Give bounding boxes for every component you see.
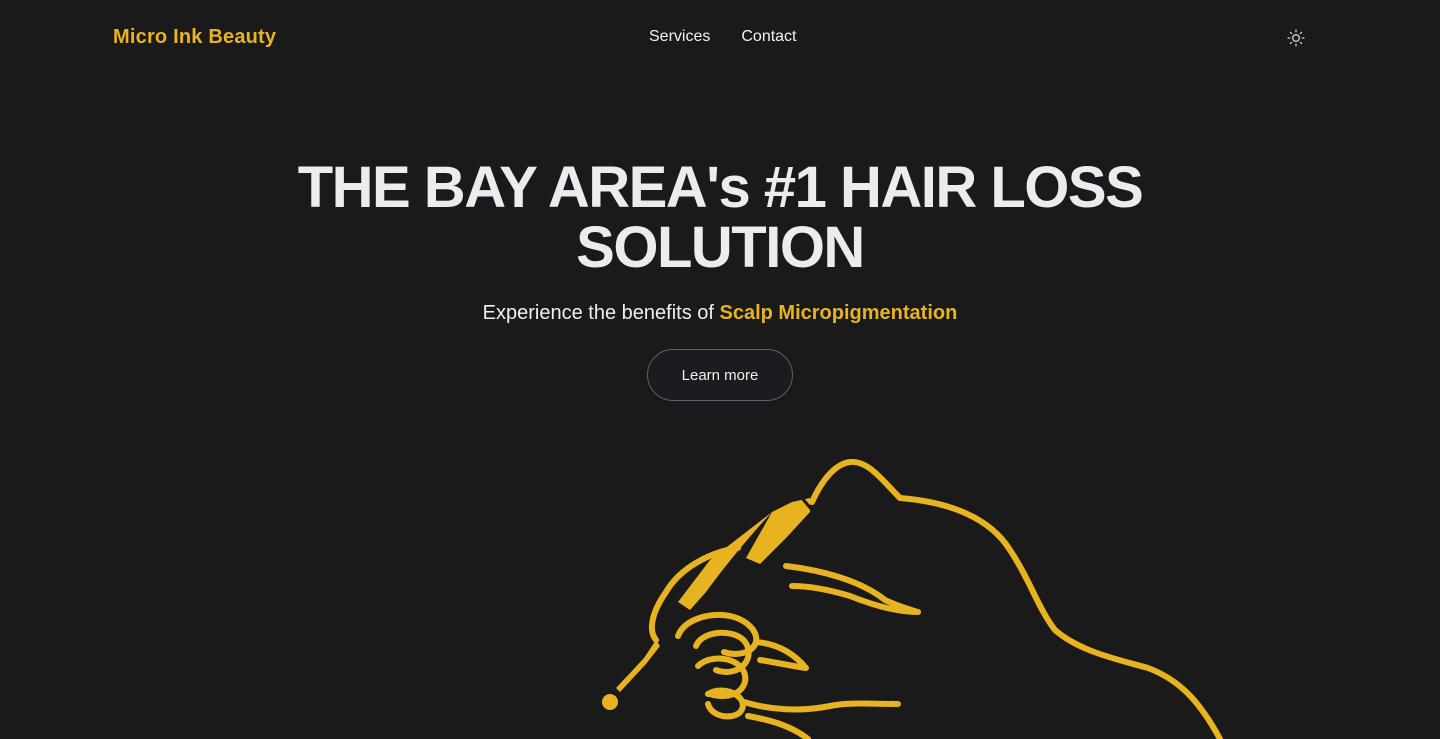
hero-subtitle-highlight: Scalp Micropigmentation: [719, 302, 958, 324]
hero-subtitle-prefix: Experience the benefits of: [482, 302, 714, 324]
brand-logo-link[interactable]: Micro Ink Beauty: [113, 26, 276, 49]
hand-holding-tattoo-pen-icon: [602, 458, 1223, 739]
site-header: Micro Ink Beauty Services Contact: [0, 0, 1440, 78]
hero-subtitle: Experience the benefits of Scalp Micropi…: [0, 300, 1440, 326]
cta-wrap: Learn more: [0, 349, 1440, 401]
learn-more-button[interactable]: Learn more: [647, 349, 793, 401]
theme-toggle-button[interactable]: [1284, 26, 1308, 50]
nav-link-contact[interactable]: Contact: [741, 28, 796, 46]
hero-section: THE BAY AREA's #1 HAIR LOSS SOLUTION Exp…: [0, 158, 1440, 401]
page: Micro Ink Beauty Services Contact THE BA…: [0, 0, 1440, 739]
main-nav: Services Contact: [649, 28, 797, 46]
sun-icon: [1287, 29, 1305, 47]
nav-link-services[interactable]: Services: [649, 28, 710, 46]
hero-title: THE BAY AREA's #1 HAIR LOSS SOLUTION: [297, 155, 1144, 280]
